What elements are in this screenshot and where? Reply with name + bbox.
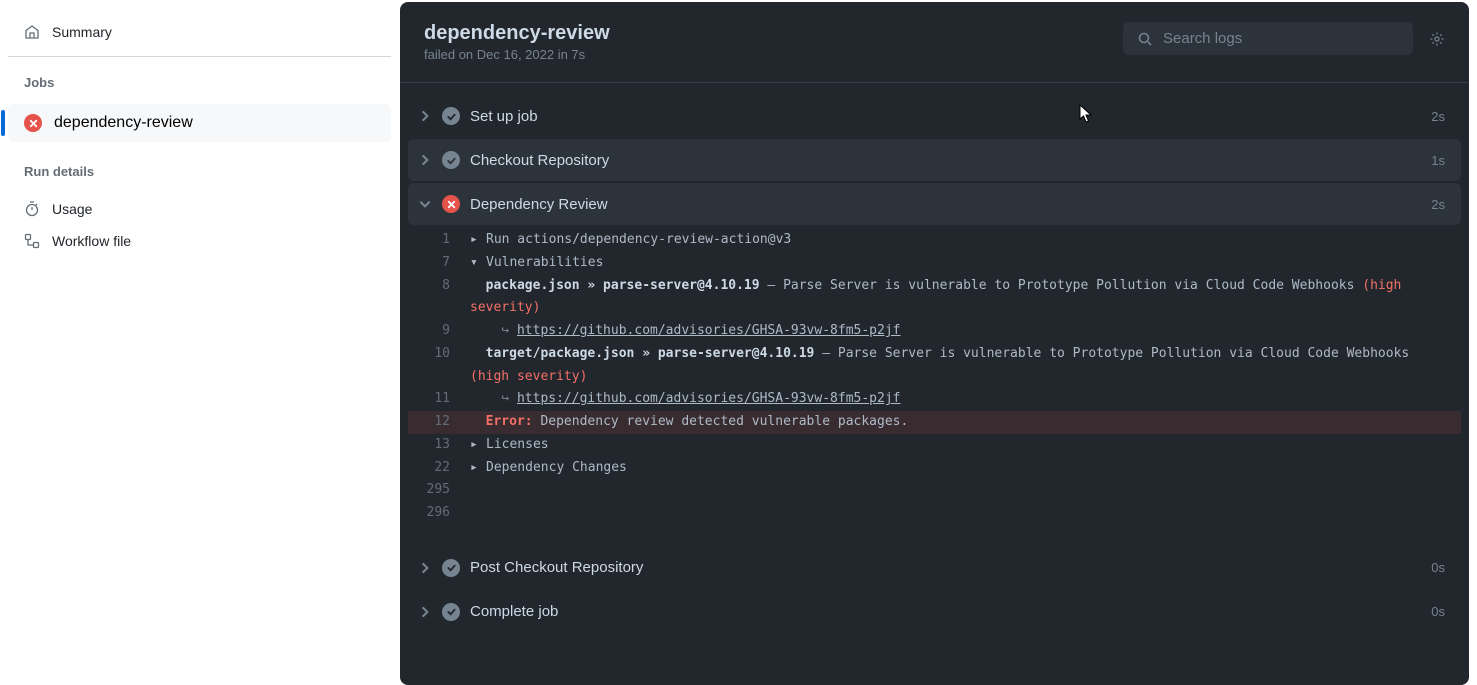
log-line: 296 — [408, 502, 1461, 525]
log-output: 1 ▸ Run actions/dependency-review-action@… — [408, 227, 1461, 527]
log-line: 9 ↪ https://github.com/advisories/GHSA-9… — [408, 320, 1461, 343]
line-number: 9 — [408, 320, 470, 343]
divider — [8, 56, 391, 57]
search-icon — [1137, 31, 1153, 47]
success-icon — [442, 151, 460, 169]
step-dependency-review[interactable]: Dependency Review 2s — [408, 183, 1461, 225]
steps-list: Set up job 2s Checkout Repository 1s Dep… — [400, 83, 1469, 655]
sidebar-workflow-file-link[interactable]: Workflow file — [8, 225, 391, 257]
log-text: – Parse Server is vulnerable to Prototyp… — [814, 346, 1417, 361]
line-number: 10 — [408, 343, 470, 389]
advisory-link[interactable]: https://github.com/advisories/GHSA-93vw-… — [517, 391, 901, 406]
log-line[interactable]: 1 ▸ Run actions/dependency-review-action@… — [408, 229, 1461, 252]
log-line: 11 ↪ https://github.com/advisories/GHSA-… — [408, 388, 1461, 411]
log-text: Run actions/dependency-review-action@v3 — [486, 232, 791, 247]
sidebar-run-details-label: Run details — [8, 160, 391, 193]
sidebar-usage-label: Usage — [52, 201, 92, 217]
log-line[interactable]: 7 ▾ Vulnerabilities — [408, 252, 1461, 275]
step-complete-job[interactable]: Complete job 0s — [408, 591, 1461, 633]
collapse-caret-icon[interactable]: ▾ — [470, 252, 482, 275]
step-label: Complete job — [470, 603, 1421, 620]
workflow-icon — [24, 233, 40, 249]
step-setup-job[interactable]: Set up job 2s — [408, 95, 1461, 137]
sidebar-summary-label: Summary — [52, 24, 112, 40]
page-subtitle: failed on Dec 16, 2022 in 7s — [424, 47, 610, 62]
arrow-icon: ↪ — [501, 391, 517, 406]
success-icon — [442, 559, 460, 577]
home-icon — [24, 24, 40, 40]
line-number: 1 — [408, 229, 470, 252]
log-line: 295 — [408, 479, 1461, 502]
chevron-right-icon — [418, 153, 432, 167]
log-line: 10 target/package.json » parse-server@4.… — [408, 343, 1461, 389]
log-error-label: Error: — [486, 414, 533, 429]
success-icon — [442, 603, 460, 621]
chevron-right-icon — [418, 561, 432, 575]
advisory-link[interactable]: https://github.com/advisories/GHSA-93vw-… — [517, 323, 901, 338]
step-label: Checkout Repository — [470, 152, 1421, 169]
line-number: 295 — [408, 479, 470, 502]
log-line[interactable]: 22 ▸ Dependency Changes — [408, 457, 1461, 480]
line-number: 22 — [408, 457, 470, 480]
expand-caret-icon[interactable]: ▸ — [470, 229, 482, 252]
page-title: dependency-review — [424, 22, 610, 45]
settings-button[interactable] — [1429, 31, 1445, 47]
line-number: 12 — [408, 411, 470, 434]
step-time: 2s — [1431, 197, 1445, 212]
sidebar-job-name: dependency-review — [54, 114, 193, 132]
log-text: package.json » parse-server@4.10.19 — [486, 278, 760, 293]
step-label: Dependency Review — [470, 196, 1421, 213]
log-text: – Parse Server is vulnerable to Prototyp… — [760, 278, 1363, 293]
chevron-right-icon — [418, 605, 432, 619]
step-post-checkout-repository[interactable]: Post Checkout Repository 0s — [408, 547, 1461, 589]
stopwatch-icon — [24, 201, 40, 217]
fail-icon — [442, 195, 460, 213]
main-header: dependency-review failed on Dec 16, 2022… — [400, 2, 1469, 83]
expand-caret-icon[interactable]: ▸ — [470, 434, 482, 457]
gear-icon — [1429, 31, 1445, 47]
log-line: 8 package.json » parse-server@4.10.19 – … — [408, 275, 1461, 321]
arrow-icon: ↪ — [501, 323, 517, 338]
line-number: 296 — [408, 502, 470, 525]
log-severity: (high severity) — [470, 369, 587, 384]
step-time: 0s — [1431, 604, 1445, 619]
line-number: 8 — [408, 275, 470, 321]
main-panel: dependency-review failed on Dec 16, 2022… — [400, 2, 1469, 685]
log-text: Licenses — [486, 437, 549, 452]
step-label: Set up job — [470, 108, 1421, 125]
log-text: target/package.json » parse-server@4.10.… — [486, 346, 815, 361]
log-text: Vulnerabilities — [486, 255, 603, 270]
success-icon — [442, 107, 460, 125]
line-number: 13 — [408, 434, 470, 457]
line-number: 7 — [408, 252, 470, 275]
search-input[interactable] — [1163, 30, 1399, 47]
search-box[interactable] — [1123, 22, 1413, 55]
chevron-down-icon — [418, 197, 432, 211]
line-number: 11 — [408, 388, 470, 411]
sidebar-summary-link[interactable]: Summary — [8, 16, 391, 48]
step-time: 1s — [1431, 153, 1445, 168]
sidebar-workflow-file-label: Workflow file — [52, 233, 131, 249]
log-text: Dependency Changes — [486, 460, 627, 475]
expand-caret-icon[interactable]: ▸ — [470, 457, 482, 480]
step-time: 2s — [1431, 109, 1445, 124]
step-time: 0s — [1431, 560, 1445, 575]
sidebar-usage-link[interactable]: Usage — [8, 193, 391, 225]
log-line[interactable]: 13 ▸ Licenses — [408, 434, 1461, 457]
step-label: Post Checkout Repository — [470, 559, 1421, 576]
log-line-error: 12 Error: Dependency review detected vul… — [408, 411, 1461, 434]
sidebar: Summary Jobs dependency-review Run detai… — [0, 0, 400, 685]
sidebar-jobs-label: Jobs — [8, 71, 391, 104]
log-text: Dependency review detected vulnerable pa… — [533, 414, 909, 429]
fail-icon — [24, 114, 42, 132]
step-checkout-repository[interactable]: Checkout Repository 1s — [408, 139, 1461, 181]
sidebar-job-item[interactable]: dependency-review — [8, 104, 391, 142]
chevron-right-icon — [418, 109, 432, 123]
